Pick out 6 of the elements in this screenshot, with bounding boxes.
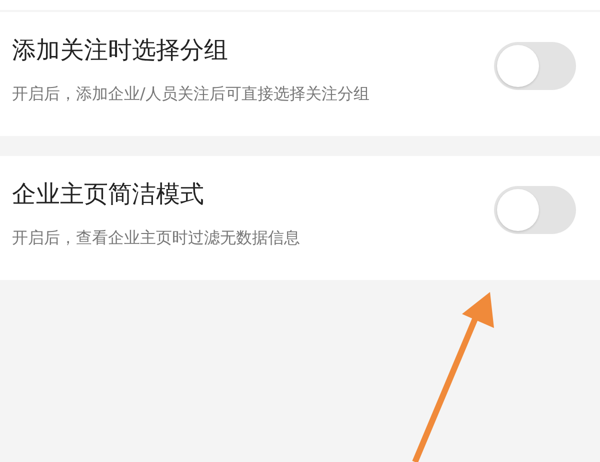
- setting-title: 企业主页简洁模式: [12, 179, 205, 210]
- setting-description: 开启后，添加企业/人员关注后可直接选择关注分组: [12, 83, 370, 105]
- toggle-switch[interactable]: [494, 42, 576, 90]
- setting-description: 开启后，查看企业主页时过滤无数据信息: [12, 227, 300, 249]
- setting-title: 添加关注时选择分组: [12, 35, 229, 66]
- toggle-switch[interactable]: [494, 186, 576, 234]
